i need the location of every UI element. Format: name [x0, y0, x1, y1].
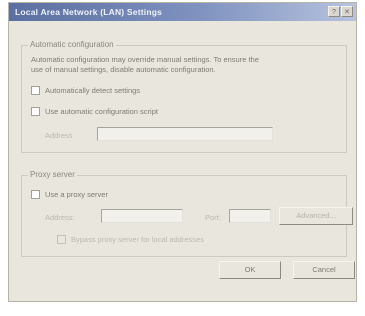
proxy-address-field[interactable]: [101, 209, 183, 223]
proxy-port-field[interactable]: [229, 209, 271, 223]
script-address-field[interactable]: [97, 127, 273, 141]
close-icon: ✕: [344, 9, 350, 16]
proxy-server-group-label: Proxy server: [28, 170, 77, 179]
use-proxy-checkbox[interactable]: [31, 190, 40, 199]
auto-detect-label[interactable]: Automatically detect settings: [45, 86, 140, 96]
help-button[interactable]: ?: [328, 6, 340, 17]
bypass-local-label[interactable]: Bypass proxy server for local addresses: [71, 235, 204, 245]
auto-config-script-label[interactable]: Use automatic configuration script: [45, 107, 158, 117]
proxy-port-label: Port:: [205, 213, 221, 222]
auto-config-script-checkbox[interactable]: [31, 107, 40, 116]
auto-detect-checkbox[interactable]: [31, 86, 40, 95]
cancel-button[interactable]: Cancel: [293, 261, 355, 279]
ok-button[interactable]: OK: [219, 261, 281, 279]
proxy-address-label: Address:: [45, 213, 75, 222]
window-title: Local Area Network (LAN) Settings: [15, 7, 163, 17]
automatic-configuration-description-line2: use of manual settings, disable automati…: [31, 65, 216, 74]
title-bar[interactable]: Local Area Network (LAN) Settings ? ✕: [9, 3, 356, 21]
use-proxy-label[interactable]: Use a proxy server: [45, 190, 108, 200]
automatic-configuration-description-line1: Automatic configuration may override man…: [31, 55, 259, 64]
bypass-local-checkbox[interactable]: [57, 235, 66, 244]
script-address-label: Address: [45, 131, 73, 140]
automatic-configuration-group-label: Automatic configuration: [28, 40, 116, 49]
lan-settings-dialog: Local Area Network (LAN) Settings ? ✕ Au…: [8, 2, 357, 302]
advanced-button[interactable]: Advanced...: [279, 207, 353, 225]
close-button[interactable]: ✕: [341, 6, 353, 17]
